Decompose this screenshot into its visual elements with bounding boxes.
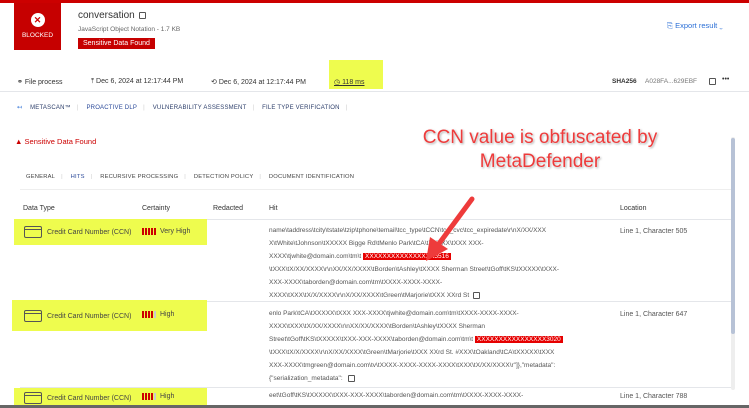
divider <box>20 189 732 190</box>
file-info: JavaScript Object Notation - 1.7 KB <box>78 26 181 33</box>
scrollbar-thumb[interactable] <box>731 138 735 334</box>
export-result-button[interactable]: ⎘ Export result ⌄ <box>667 21 723 31</box>
annotation-line-2: MetaDefender <box>479 151 601 172</box>
alert-text: Sensitive Data Found <box>24 137 97 146</box>
certainty-text: High <box>160 311 175 318</box>
tab-vulnerability[interactable]: VULNERABILITY ASSESSMENT <box>153 105 247 111</box>
copy-icon[interactable] <box>348 374 356 382</box>
file-process-link[interactable]: ⚭ File process <box>17 78 63 86</box>
credit-card-icon <box>24 226 42 238</box>
more-icon[interactable]: ••• <box>722 76 729 83</box>
certainty-text: Very High <box>160 228 191 235</box>
location-cell: Line 1, Character 647 <box>620 311 688 318</box>
col-data-type: Data Type <box>23 205 55 212</box>
hit-cell: eet\tGoff\tKS\tXXXXX\tXXX-XXX-XXXX\tabor… <box>269 389 614 402</box>
meta-bar: ⚭ File process ⤒ Dec 6, 2024 at 12:17:44… <box>0 70 749 92</box>
hash-label: SHA256 <box>612 78 637 85</box>
certainty-bars <box>142 393 156 400</box>
hit-line: \tXXX\tX/X/XXXX\r\nX/XX/XXXX\tGreen\tMar… <box>269 349 555 356</box>
export-icon: ⎘ <box>667 21 676 30</box>
masked-ccn: XXXXXXXXXXXXXXXX3020 <box>474 336 563 343</box>
processed-time: ⟲ Dec 6, 2024 at 12:17:44 PM <box>211 79 306 86</box>
file-process-label: File process <box>24 79 63 86</box>
subtab-recursive[interactable]: RECURSIVE PROCESSING <box>100 174 178 180</box>
credit-card-icon <box>24 310 42 322</box>
col-hit: Hit <box>269 205 278 212</box>
location-cell: Line 1, Character 505 <box>620 228 688 235</box>
hit-line: XXX-XXXX\tmgreen@domain.com\tv\tXXXX-XXX… <box>269 362 556 369</box>
subtab-document-id[interactable]: DOCUMENT IDENTIFICATION <box>269 174 354 180</box>
subtab-general[interactable]: GENERAL <box>26 174 55 180</box>
col-redacted: Redacted <box>213 205 243 212</box>
tab-proactive-dlp[interactable]: PROACTIVE DLP <box>86 105 137 111</box>
hit-line: XXXX\tXXX\tX/XX/XXXX\r\nXX/XX/XXXX\tBord… <box>269 323 486 330</box>
copy-icon[interactable] <box>138 11 146 19</box>
certainty-cell: Very High <box>142 228 190 235</box>
alert: ▲ Sensitive Data Found <box>15 137 96 146</box>
sub-tabs: GENERAL | HITS | RECURSIVE PROCESSING | DET… <box>26 174 355 180</box>
close-circle-icon: ✕ <box>30 13 45 27</box>
annotation-arrow <box>426 196 475 261</box>
annotation: CCN value is obfuscated by MetaDefender <box>390 126 690 174</box>
certainty-cell: High <box>142 311 174 318</box>
hit-line: XXXX\tjwhite@domain.com\tm\t <box>269 253 364 260</box>
blocked-label: BLOCKED <box>21 32 54 39</box>
hit-line: {"serialization_metadata": <box>269 375 345 382</box>
status-bar <box>0 0 749 3</box>
data-type-cell: Credit Card Number (CCN) <box>24 226 131 238</box>
tab-file-type[interactable]: FILE TYPE VERIFICATION <box>262 105 340 111</box>
hit-line: Street\tGoff\tKS\tXXXXX\tXXX-XXX-XXXX\ta… <box>269 336 475 343</box>
data-type-text: Credit Card Number (CCN) <box>47 394 132 402</box>
upload-time-text: Dec 6, 2024 at 12:17:44 PM <box>96 78 184 85</box>
chevron-down-icon: ⌄ <box>719 21 723 30</box>
warning-icon: ▲ <box>15 137 23 146</box>
annotation-line-1: CCN value is obfuscated by <box>422 127 658 148</box>
hit-line: XXX-XXXX\taborden@domain.com\tm\tXXXX-XX… <box>269 279 443 286</box>
file-name-text: conversation <box>78 10 135 21</box>
duration-text: 118 ms <box>342 79 365 86</box>
certainty-text: High <box>160 393 175 400</box>
main-tabs: ↤ METASCAN™ | PROACTIVE DLP | VULNERABILIT… <box>17 105 348 111</box>
col-location: Location <box>620 205 647 212</box>
credit-card-icon <box>24 392 42 404</box>
copy-icon[interactable] <box>473 291 481 299</box>
file-name: conversation <box>78 10 146 21</box>
hit-line: XXXX\tXXX\tX/X/XXXX\r\nX/XX/XXXX\tGreen\… <box>269 292 470 299</box>
data-type-cell: Credit Card Number (CCN) <box>24 392 131 404</box>
data-type-cell: Credit Card Number (CCN) <box>24 310 131 322</box>
upload-time: ⤒ Dec 6, 2024 at 12:17:44 PM <box>91 78 184 85</box>
duration[interactable]: ◷ 118 ms <box>334 78 365 86</box>
hit-line: enlo Park\tCA\tXXXXX\tXXX XXX-XXXX\tjwhi… <box>269 310 519 317</box>
subtab-detection-policy[interactable]: DETECTION POLICY <box>194 174 254 180</box>
certainty-bars <box>142 228 156 235</box>
certainty-bars <box>142 311 156 318</box>
data-type-text: Credit Card Number (CCN) <box>47 312 132 320</box>
subtab-hits[interactable]: HITS <box>71 174 85 180</box>
hit-cell: enlo Park\tCA\tXXXXX\tXXX XXX-XXXX\tjwhi… <box>269 307 614 385</box>
col-certainty: Certainty <box>142 205 171 212</box>
back-icon[interactable]: ↤ <box>17 105 22 111</box>
hit-line: eet\tGoff\tKS\tXXXXX\tXXX-XXX-XXXX\tabor… <box>269 392 524 399</box>
tab-metascan[interactable]: METASCAN™ <box>30 105 71 111</box>
certainty-cell: High <box>142 393 174 400</box>
sensitive-badge: Sensitive Data Found <box>78 38 155 49</box>
copy-hash-icon[interactable] <box>709 78 716 85</box>
location-cell: Line 1, Character 788 <box>620 393 688 400</box>
blocked-badge: ✕ BLOCKED <box>14 3 61 50</box>
data-type-text: Credit Card Number (CCN) <box>47 228 132 236</box>
hash-value: A028FA...629EBF <box>645 78 698 85</box>
processed-time-text: Dec 6, 2024 at 12:17:44 PM <box>218 79 306 86</box>
export-label: Export result <box>675 21 718 30</box>
